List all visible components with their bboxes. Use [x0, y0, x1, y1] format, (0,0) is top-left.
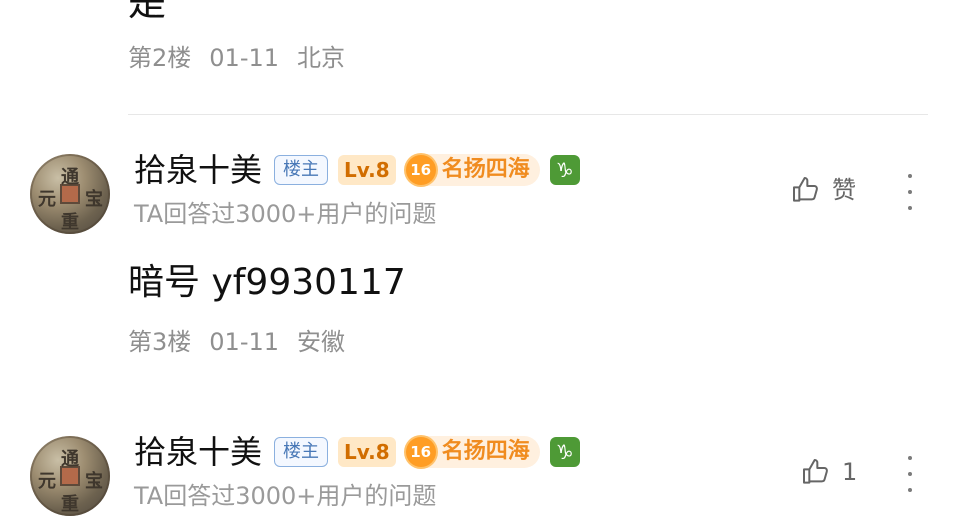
- more-dot: [908, 488, 912, 492]
- avatar-char-right: 宝: [85, 189, 103, 210]
- date-label: 01-11: [209, 328, 280, 356]
- zodiac-icon: ♑: [549, 155, 580, 185]
- reply-content: 暗号 yf9930117: [128, 262, 406, 303]
- floor-label: 第2楼: [128, 44, 192, 72]
- thumbs-up-icon: [793, 177, 818, 202]
- like-button[interactable]: 1: [800, 456, 857, 488]
- location-label: 北京: [297, 44, 346, 72]
- floor-3-meta: 第3楼 01-11 安徽: [128, 328, 345, 356]
- floor-label: 第3楼: [128, 328, 192, 356]
- avatar-char-bottom: 重: [61, 212, 79, 233]
- thread-divider: [128, 114, 928, 115]
- honor-badge: 16 名扬四海: [405, 154, 540, 186]
- zodiac-icon: ♑: [549, 437, 580, 467]
- like-label: 赞: [832, 176, 856, 204]
- avatar-char-top: 通: [61, 167, 79, 188]
- honor-level-icon: 16: [405, 437, 436, 467]
- floor-2-meta: 第2楼 01-11 北京: [128, 44, 345, 72]
- level-badge: Lv.8: [338, 437, 396, 467]
- avatar-char-left: 元: [38, 471, 56, 492]
- username[interactable]: 拾泉十美: [134, 152, 262, 188]
- avatar-char-left: 元: [38, 189, 56, 210]
- more-vertical-icon[interactable]: [902, 456, 918, 492]
- avatar-char-top: 通: [61, 449, 79, 470]
- level-badge: Lv.8: [338, 155, 396, 185]
- honor-badge: 16 名扬四海: [405, 436, 540, 468]
- like-button[interactable]: 赞: [790, 174, 856, 206]
- more-dot: [908, 190, 912, 194]
- user-subtitle: TA回答过3000+用户的问题: [134, 200, 437, 228]
- more-dot: [908, 206, 912, 210]
- location-label: 安徽: [297, 328, 346, 356]
- owner-badge: 楼主: [274, 155, 329, 185]
- honor-title: 名扬四海: [441, 157, 530, 182]
- cut-off-reply-text: 是: [128, 0, 167, 24]
- more-vertical-icon[interactable]: [902, 174, 918, 210]
- user-info-row: 拾泉十美 楼主 Lv.8 16 名扬四海 ♑: [134, 432, 580, 472]
- thumbs-up-icon: [803, 459, 828, 484]
- honor-title: 名扬四海: [441, 439, 530, 464]
- username[interactable]: 拾泉十美: [134, 434, 262, 470]
- more-dot: [908, 174, 912, 178]
- more-dot: [908, 472, 912, 476]
- coin-avatar-icon[interactable]: 通 宝 重 元: [30, 154, 110, 234]
- honor-level-icon: 16: [405, 155, 436, 185]
- avatar-char-right: 宝: [85, 471, 103, 492]
- user-subtitle: TA回答过3000+用户的问题: [134, 482, 437, 510]
- like-count: 1: [842, 458, 858, 486]
- avatar-char-bottom: 重: [61, 494, 79, 515]
- comment-thread-page: 是 第2楼 01-11 北京 通 宝 重 元 拾泉十美 楼主 Lv.8 16 名…: [0, 0, 960, 532]
- user-info-row: 拾泉十美 楼主 Lv.8 16 名扬四海 ♑: [134, 150, 580, 190]
- more-dot: [908, 456, 912, 460]
- date-label: 01-11: [209, 44, 280, 72]
- coin-avatar-icon[interactable]: 通 宝 重 元: [30, 436, 110, 516]
- owner-badge: 楼主: [274, 437, 329, 467]
